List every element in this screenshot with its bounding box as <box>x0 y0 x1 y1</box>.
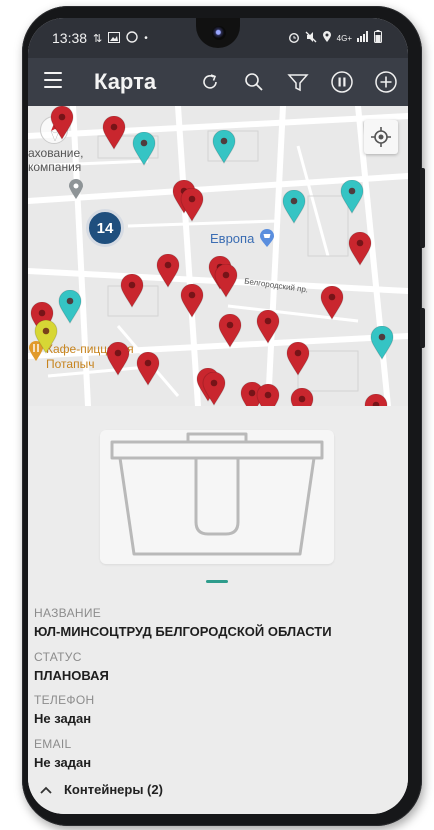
status-bar: 13:38 ⇅ • 4G+ <box>28 18 408 58</box>
map-marker-icon[interactable] <box>320 285 344 320</box>
map-marker-icon[interactable] <box>156 253 180 288</box>
poi-marker-icon[interactable] <box>68 178 84 205</box>
map-marker-icon[interactable] <box>102 115 126 150</box>
store-poi[interactable]: Европа <box>210 228 276 248</box>
insurance-label-line2: компания <box>28 160 82 174</box>
name-value: ЮЛ-МИНСОЦТРУД БЕЛГОРОДСКОЙ ОБЛАСТИ <box>34 624 332 639</box>
map-marker-icon[interactable] <box>212 129 236 164</box>
menu-button[interactable] <box>44 72 62 90</box>
add-icon <box>375 71 397 93</box>
map-marker-icon[interactable] <box>50 106 74 140</box>
trash-container-icon <box>110 432 324 556</box>
map-marker-icon[interactable] <box>214 263 238 298</box>
map-marker-icon[interactable] <box>180 187 204 222</box>
containers-expander[interactable]: Контейнеры (2) <box>40 782 163 797</box>
details-sheet: НАЗВАНИЕ ЮЛ-МИНСОЦТРУД БЕЛГОРОДСКОЙ ОБЛА… <box>28 406 408 814</box>
phone-value: Не задан <box>34 711 92 726</box>
map-marker-icon[interactable] <box>132 131 156 166</box>
email-value: Не задан <box>34 755 92 770</box>
map-marker-icon[interactable] <box>202 371 226 406</box>
pause-icon <box>331 71 353 93</box>
map-marker-icon[interactable] <box>218 313 242 348</box>
containers-label: Контейнеры (2) <box>64 782 163 797</box>
shopping-cart-icon <box>260 229 275 247</box>
page-title: Карта <box>94 69 157 94</box>
battery-icon <box>374 30 382 46</box>
container-image <box>100 430 334 564</box>
screen: 13:38 ⇅ • 4G+ Карта ахование, компания 1… <box>28 18 408 814</box>
map-cluster[interactable]: 14 <box>86 209 124 247</box>
insurance-label-line1: ахование, <box>28 146 84 160</box>
map-marker-icon[interactable] <box>286 341 310 376</box>
search-icon <box>245 73 263 91</box>
mute-icon <box>305 31 317 46</box>
map-marker-icon[interactable] <box>120 273 144 308</box>
location-icon <box>322 30 332 46</box>
map-marker-icon[interactable] <box>282 189 306 224</box>
status-label: СТАТУС <box>34 650 82 664</box>
store-label: Европа <box>210 230 255 246</box>
search-button[interactable] <box>242 70 266 94</box>
image-page-indicator <box>206 580 228 583</box>
power-button <box>420 308 425 348</box>
app-bar: Карта <box>28 58 408 106</box>
image-icon <box>108 30 121 46</box>
phone-label: ТЕЛЕФОН <box>34 693 95 707</box>
email-label: EMAIL <box>34 737 72 751</box>
map-marker-icon[interactable] <box>340 179 364 214</box>
volume-button <box>420 168 425 248</box>
refresh-icon <box>203 74 217 89</box>
camera-icon <box>212 26 226 40</box>
refresh-button[interactable] <box>198 70 222 94</box>
filter-icon <box>287 74 309 92</box>
alarm-icon <box>288 31 300 46</box>
name-label: НАЗВАНИЕ <box>34 606 102 620</box>
map-marker-icon[interactable] <box>256 383 280 406</box>
menu-icon <box>44 72 62 74</box>
status-time: 13:38 <box>52 30 88 46</box>
map-marker-icon[interactable] <box>348 231 372 266</box>
signal-icon <box>357 31 369 45</box>
map-marker-icon[interactable] <box>58 289 82 324</box>
pause-button[interactable] <box>330 70 354 94</box>
map-view[interactable]: ахование, компания 14 Европа Белгородски… <box>28 106 408 406</box>
map-marker-icon[interactable] <box>34 319 58 354</box>
map-marker-icon[interactable] <box>290 387 314 406</box>
my-location-button[interactable] <box>364 120 398 154</box>
dot-icon: • <box>144 32 148 44</box>
filter-button[interactable] <box>286 70 310 94</box>
map-marker-icon[interactable] <box>106 341 130 376</box>
chevron-up-icon <box>40 786 52 794</box>
data-transfer-icon: ⇅ <box>93 32 103 45</box>
map-marker-icon[interactable] <box>256 309 280 344</box>
map-marker-icon[interactable] <box>364 393 388 406</box>
add-button[interactable] <box>374 70 398 94</box>
whatsapp-icon <box>126 30 138 46</box>
status-value: ПЛАНОВАЯ <box>34 668 109 683</box>
cafe-label-line2: Потапыч <box>46 357 95 371</box>
map-marker-icon[interactable] <box>136 351 160 386</box>
network-type: 4G+ <box>336 33 352 43</box>
map-marker-icon[interactable] <box>370 325 394 360</box>
map-marker-icon[interactable] <box>180 283 204 318</box>
my-location-icon <box>371 127 391 147</box>
